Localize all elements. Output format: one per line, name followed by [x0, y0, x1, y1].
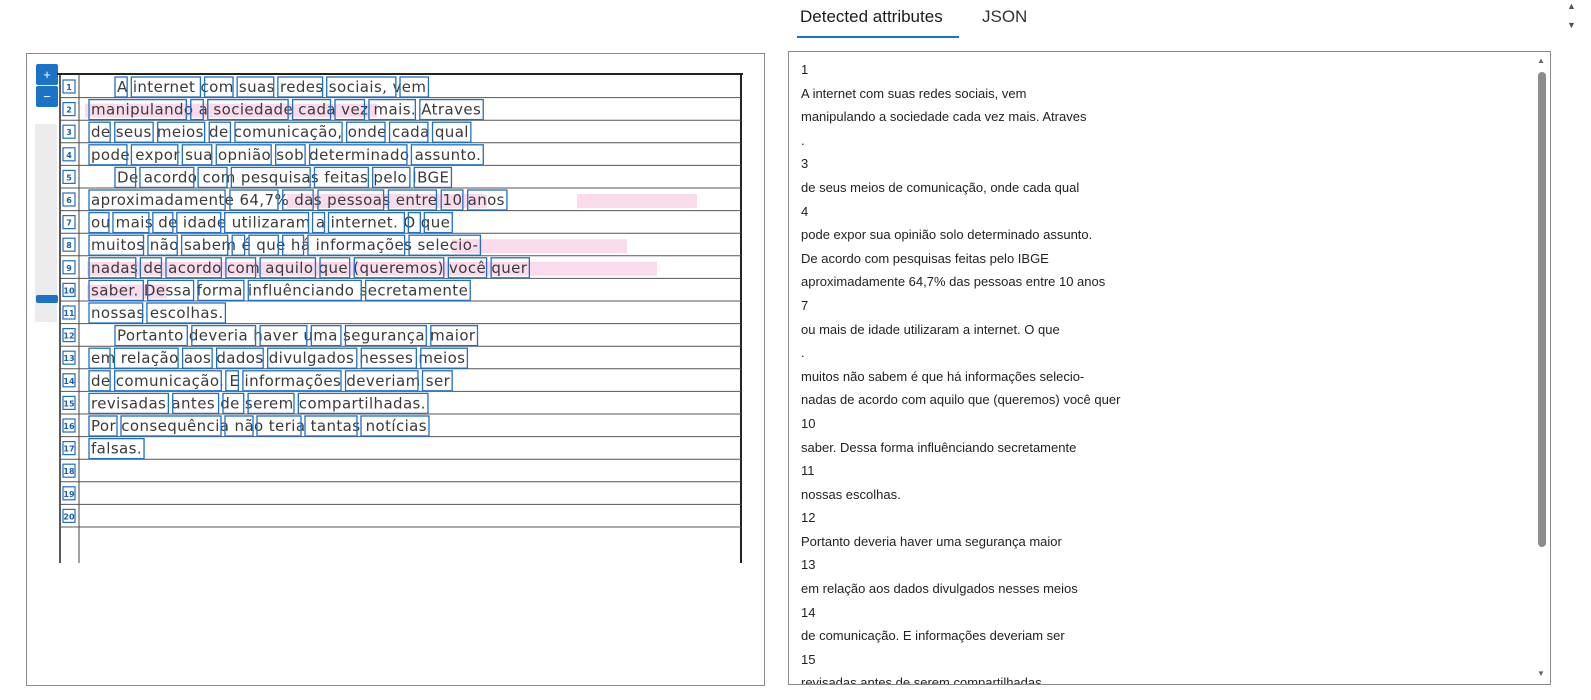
detected-text-line: 10	[801, 415, 816, 431]
detected-text-line: 15	[801, 651, 816, 667]
handwritten-line: De acordo com pesquisas feitas pelo IBGE	[117, 168, 449, 186]
detected-text-line: 11	[801, 463, 815, 479]
handwritten-line: A internet com suas redes sociais, vem	[117, 78, 426, 96]
handwritten-line: revisadas antes de serem compartilhadas.	[91, 394, 426, 412]
zoom-slider-track[interactable]	[35, 124, 57, 322]
detected-text-line: aproximadamente 64,7% das pessoas entre …	[801, 274, 1106, 290]
detected-text-line: Portanto deveria haver uma segurança mai…	[801, 533, 1062, 549]
handwritten-line: de comunicação. E informações deveriam s…	[91, 372, 451, 390]
line-number-label: 19	[63, 490, 75, 499]
detected-text-list: 1 A internet com suas redes sociais, vem m…	[801, 58, 1531, 685]
active-tab-indicator	[797, 36, 959, 38]
handwritten-line: pode expor sua opnião sob determinado as…	[91, 146, 481, 164]
detected-text-line: 12	[801, 510, 816, 526]
line-number-label: 10	[63, 286, 75, 295]
line-number-label: 2	[66, 106, 72, 115]
line-number-label: 6	[66, 196, 72, 205]
handwritten-line: em relação aos dados divulgados nesses m…	[91, 349, 465, 367]
triangle-down-icon[interactable]: ▼	[1537, 669, 1545, 678]
zoom-slider-handle[interactable]	[36, 295, 58, 303]
detected-text-line: pode expor sua opinião solo determinado …	[801, 227, 1093, 243]
text-panel-scrollbar[interactable]: ▲ ▼	[1536, 54, 1548, 682]
line-number-label: 7	[66, 219, 72, 228]
tab-detected-attributes[interactable]: Detected attributes	[798, 7, 945, 36]
handwritten-line: falsas.	[91, 440, 142, 458]
line-number-label: 9	[66, 264, 72, 273]
detected-text-line: revisadas antes de serem compartilhadas.	[801, 675, 1046, 685]
line-number-label: 20	[63, 512, 75, 521]
detected-text-line: .	[801, 345, 805, 361]
line-number-label: 16	[63, 422, 75, 431]
line-number-label: 12	[63, 332, 74, 341]
detected-text-line: 13	[801, 557, 816, 573]
detected-text-line: saber. Dessa forma influênciando secreta…	[801, 439, 1077, 455]
zoom-in-button[interactable]: +	[36, 64, 58, 85]
detected-text-line: nossas escolhas.	[801, 486, 901, 502]
handwritten-line: nossas escolhas.	[91, 304, 223, 322]
detected-text-line: de seus meios de comunicação, onde cada …	[801, 179, 1080, 195]
low-confidence-highlight	[577, 194, 697, 208]
scrollbar-thumb[interactable]	[1538, 72, 1546, 547]
line-number-label: 8	[66, 241, 72, 250]
handwritten-line: nadas de acordo com aquilo que (queremos…	[91, 259, 528, 277]
tab-json[interactable]: JSON	[980, 7, 1029, 36]
line-number-label: 18	[63, 467, 75, 476]
line-number-label: 17	[63, 445, 74, 454]
triangle-up-icon[interactable]: ▲	[1537, 56, 1545, 65]
detected-text-line: muitos não sabem é que há informações se…	[801, 368, 1085, 384]
handwritten-line: Portanto deveria haver uma segurança mai…	[117, 327, 476, 345]
detected-text-line: 4	[801, 203, 809, 219]
detected-text-line: 14	[801, 604, 816, 620]
detected-text-line: nadas de acordo com aquilo que (queremos…	[801, 392, 1121, 408]
detected-text-line: 1	[801, 62, 809, 77]
handwritten-line: de seus meios de comunicação, onde cada …	[91, 123, 469, 141]
handwritten-line: muitos não sabem é que há informações se…	[91, 236, 478, 254]
line-number-label: 13	[63, 354, 74, 363]
line-number-label: 1	[66, 83, 72, 92]
handwritten-page-image: 1 A internet com suas redes sociais, vem 2…	[57, 73, 743, 563]
handwritten-line: manipulando a sociedade cada vez mais. A…	[91, 101, 481, 119]
detected-text-panel[interactable]: 1 A internet com suas redes sociais, vem m…	[788, 51, 1551, 685]
line-number-label: 3	[66, 128, 72, 137]
line-number-label: 5	[66, 173, 72, 182]
image-viewer[interactable]: + − 1 A internet com suas redes sociais, …	[26, 53, 765, 686]
handwritten-line: Por consequência não teria tantas notíci…	[91, 417, 427, 435]
page-scroll-up-icon[interactable]: ▲	[1567, 1, 1576, 11]
detected-text-line: ou mais de idade utilizaram a internet. …	[801, 321, 1060, 337]
line-number-label: 4	[66, 151, 72, 160]
handwritten-line: ou mais de idade utilizaram a internet. …	[91, 214, 450, 232]
detected-text-line: 3	[801, 156, 809, 172]
line-number-label: 11	[63, 309, 75, 318]
detected-text-line: de comunicação. E informações deveriam s…	[801, 628, 1065, 644]
detected-text-line: manipulando a sociedade cada vez mais. A…	[801, 109, 1087, 125]
page-scroll-down-icon[interactable]: ▼	[1567, 20, 1576, 30]
line-number-label: 14	[63, 377, 75, 386]
handwritten-line: aproximadamente 64,7% das pessoas entre …	[91, 191, 505, 209]
detected-text-line: .	[801, 132, 805, 148]
detected-text-line: A internet com suas redes sociais, vem	[801, 85, 1027, 101]
line-number-label: 15	[63, 399, 75, 408]
zoom-out-button[interactable]: −	[36, 86, 58, 107]
detected-text-line: 7	[801, 297, 809, 313]
detected-text-line: De acordo com pesquisas feitas pelo IBGE	[801, 250, 1049, 266]
detected-text-line: em relação aos dados divulgados nesses m…	[801, 581, 1078, 597]
